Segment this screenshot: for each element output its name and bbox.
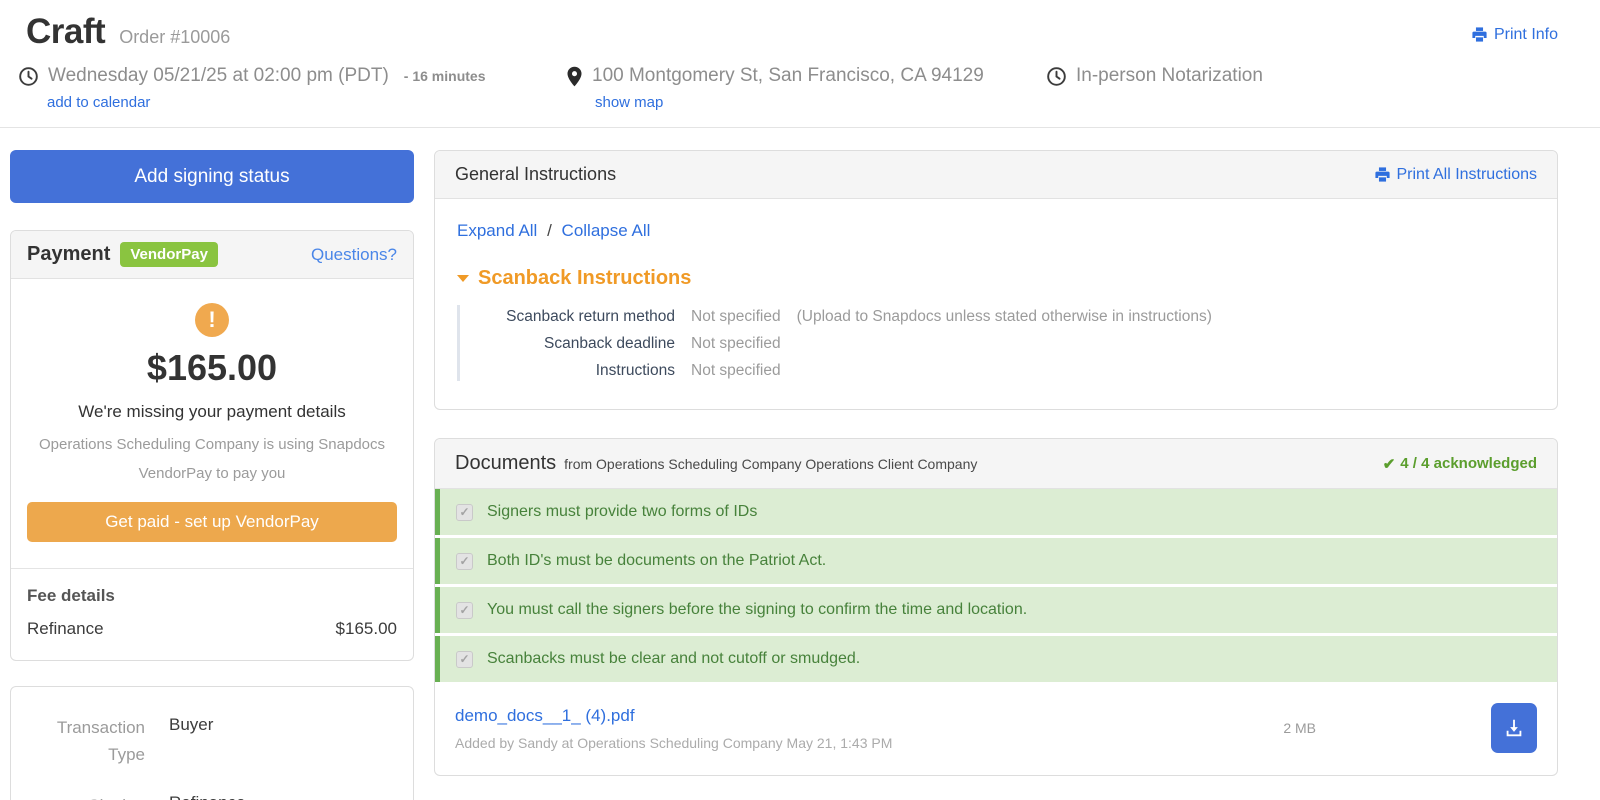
fee-row: Refinance $165.00	[27, 619, 397, 639]
expand-all-link[interactable]: Expand All	[457, 221, 537, 240]
fee-value: $165.00	[336, 619, 397, 639]
signing-details-card: Transaction Type Buyer Signing Refinance	[10, 686, 414, 800]
instruction-text: Both ID's must be documents on the Patri…	[487, 552, 826, 570]
printer-icon	[1374, 166, 1391, 183]
get-paid-button[interactable]: Get paid - set up VendorPay	[27, 502, 397, 542]
detail-row: Transaction Type Buyer	[27, 714, 397, 768]
scanback-row-value: Not specified	[691, 335, 781, 353]
scanback-row-note: (Upload to Snapdocs unless stated otherw…	[797, 308, 1212, 326]
scanback-row-label: Scanback deadline	[460, 335, 675, 353]
payment-card-header: Payment VendorPay Questions?	[11, 231, 413, 279]
vendorpay-badge: VendorPay	[120, 242, 218, 267]
documents-header: Documents from Operations Scheduling Com…	[435, 439, 1557, 489]
questions-link[interactable]: Questions?	[311, 245, 397, 265]
print-all-label: Print All Instructions	[1397, 166, 1538, 184]
payment-title: Payment	[27, 243, 110, 266]
scanback-instructions-title: Scanback Instructions	[478, 267, 691, 290]
scanback-row: Scanback deadline Not specified	[460, 335, 1535, 353]
payment-amount: $165.00	[27, 347, 397, 389]
detail-value: Refinance	[169, 792, 246, 800]
scanback-row: Instructions Not specified	[460, 362, 1535, 380]
printer-icon	[1471, 26, 1488, 43]
checkbox-checked-icon[interactable]: ✓	[456, 651, 473, 668]
signing-datetime: Wednesday 05/21/25 at 02:00 pm (PDT)	[48, 65, 389, 87]
clock-icon	[18, 66, 39, 87]
payment-missing-text: We're missing your payment details	[27, 402, 397, 422]
detail-row: Signing Refinance	[27, 792, 397, 800]
general-instructions-header: General Instructions Print All Instructi…	[435, 151, 1557, 199]
documents-subtitle: from Operations Scheduling Company Opera…	[564, 456, 977, 472]
download-button[interactable]	[1491, 703, 1537, 753]
checkbox-checked-icon[interactable]: ✓	[456, 602, 473, 619]
payment-card: Payment VendorPay Questions? ! $165.00 W…	[10, 230, 414, 661]
general-instructions-title: General Instructions	[455, 164, 616, 185]
scanback-instructions-toggle[interactable]: Scanback Instructions	[457, 267, 1535, 290]
documents-panel: Documents from Operations Scheduling Com…	[434, 438, 1558, 776]
exclamation-circle-icon: !	[195, 303, 229, 337]
add-to-calendar-link[interactable]: add to calendar	[47, 94, 150, 111]
general-instructions-body: Expand All / Collapse All Scanback Instr…	[435, 199, 1557, 409]
signing-address: 100 Montgomery St, San Francisco, CA 941…	[592, 65, 984, 87]
detail-value: Buyer	[169, 714, 213, 768]
file-added-by: Added by Sandy at Operations Scheduling …	[455, 735, 892, 751]
detail-label: Signing	[27, 792, 145, 800]
fee-label: Refinance	[27, 619, 104, 639]
datetime-block: Wednesday 05/21/25 at 02:00 pm (PDT) - 1…	[18, 65, 566, 112]
right-column: General Instructions Print All Instructi…	[434, 150, 1558, 776]
map-pin-icon	[566, 66, 583, 87]
duration-offset: - 16 minutes	[404, 68, 486, 84]
scanback-row: Scanback return method Not specified (Up…	[460, 308, 1535, 326]
detail-label: Transaction Type	[27, 714, 145, 768]
document-file-row: demo_docs__1_ (4).pdf Added by Sandy at …	[435, 685, 1557, 775]
show-map-link[interactable]: show map	[595, 94, 663, 111]
download-icon	[1503, 717, 1525, 739]
separator: /	[547, 221, 552, 240]
instruction-check-row: ✓ Both ID's must be documents on the Pat…	[435, 538, 1557, 584]
scanback-row-value: Not specified	[691, 362, 781, 380]
add-signing-status-button[interactable]: Add signing status	[10, 150, 414, 203]
instruction-text: Signers must provide two forms of IDs	[487, 503, 757, 521]
print-info-label: Print Info	[1494, 26, 1558, 44]
caret-down-icon	[457, 275, 469, 282]
file-info: demo_docs__1_ (4).pdf Added by Sandy at …	[455, 706, 892, 751]
collapse-all-link[interactable]: Collapse All	[562, 221, 651, 240]
notarization-block: In-person Notarization	[1046, 65, 1263, 112]
payment-body: ! $165.00 We're missing your payment det…	[11, 279, 413, 568]
check-icon: ✔	[1383, 455, 1396, 473]
page-title: Craft	[26, 12, 105, 52]
print-info-link[interactable]: Print Info	[1471, 26, 1558, 44]
acknowledged-label: 4 / 4 acknowledged	[1400, 455, 1537, 472]
scanback-row-label: Scanback return method	[460, 308, 675, 326]
payment-subtext: Operations Scheduling Company is using S…	[27, 430, 397, 489]
scanback-row-value: Not specified	[691, 308, 781, 326]
scanback-details: Scanback return method Not specified (Up…	[457, 305, 1535, 381]
print-all-instructions-link[interactable]: Print All Instructions	[1374, 166, 1538, 184]
file-size: 2 MB	[1283, 720, 1316, 736]
header: Craft Order #10006 Print Info Wednesday …	[0, 0, 1600, 128]
instruction-check-row: ✓ Signers must provide two forms of IDs	[435, 489, 1557, 535]
instruction-text: You must call the signers before the sig…	[487, 601, 1027, 619]
left-column: Add signing status Payment VendorPay Que…	[10, 150, 414, 800]
meta-row: Wednesday 05/21/25 at 02:00 pm (PDT) - 1…	[18, 65, 1558, 112]
expand-collapse-row: Expand All / Collapse All	[457, 221, 1535, 241]
title-row: Craft Order #10006 Print Info	[18, 12, 1558, 52]
documents-title: Documents	[455, 452, 556, 475]
clock-icon	[1046, 66, 1067, 87]
scanback-row-label: Instructions	[460, 362, 675, 380]
instruction-check-row: ✓ You must call the signers before the s…	[435, 587, 1557, 633]
fee-section: Fee details Refinance $165.00	[11, 568, 413, 660]
file-name-link[interactable]: demo_docs__1_ (4).pdf	[455, 706, 892, 726]
order-number: Order #10006	[119, 27, 230, 48]
instruction-check-row: ✓ Scanbacks must be clear and not cutoff…	[435, 636, 1557, 682]
checkbox-checked-icon[interactable]: ✓	[456, 504, 473, 521]
general-instructions-panel: General Instructions Print All Instructi…	[434, 150, 1558, 410]
notarization-type: In-person Notarization	[1076, 65, 1263, 87]
fee-details-title: Fee details	[27, 586, 397, 606]
instruction-text: Scanbacks must be clear and not cutoff o…	[487, 650, 860, 668]
main-content: Add signing status Payment VendorPay Que…	[0, 128, 1600, 800]
acknowledged-status: ✔ 4 / 4 acknowledged	[1383, 455, 1537, 473]
checkbox-checked-icon[interactable]: ✓	[456, 553, 473, 570]
address-block: 100 Montgomery St, San Francisco, CA 941…	[566, 65, 1046, 112]
